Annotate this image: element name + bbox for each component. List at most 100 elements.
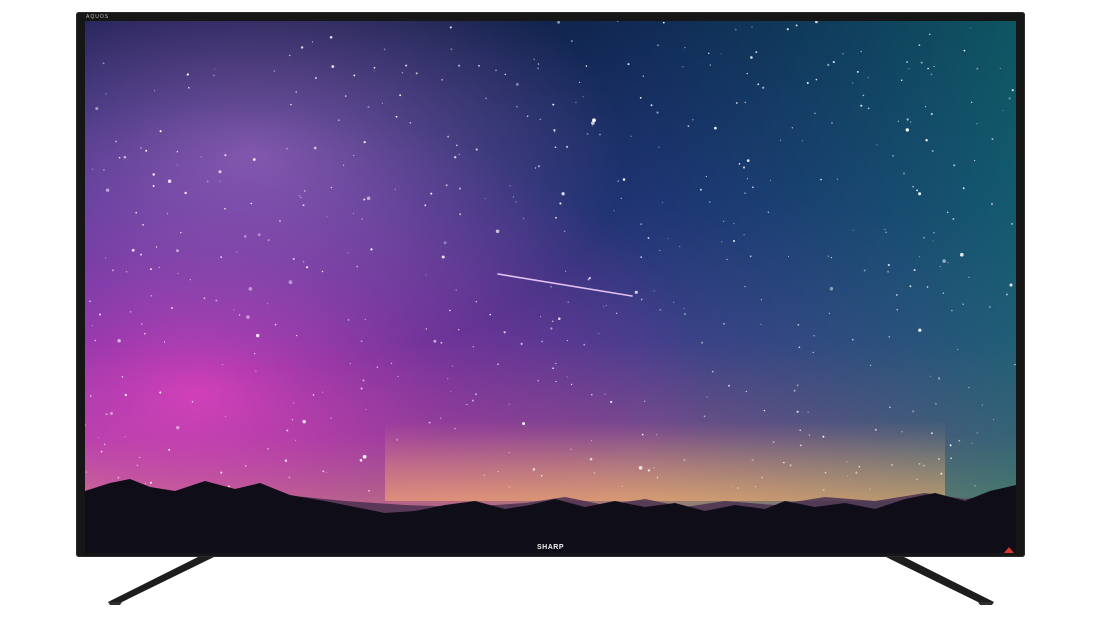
star bbox=[751, 26, 753, 28]
star bbox=[458, 64, 461, 67]
star bbox=[363, 140, 366, 144]
star bbox=[851, 82, 854, 84]
star bbox=[383, 48, 386, 51]
star bbox=[942, 259, 946, 263]
star bbox=[918, 44, 921, 46]
star bbox=[734, 28, 737, 31]
star bbox=[603, 306, 605, 308]
star bbox=[149, 268, 152, 271]
stand-left bbox=[108, 556, 216, 605]
star bbox=[504, 73, 507, 76]
star bbox=[475, 300, 478, 303]
star bbox=[288, 280, 293, 285]
star bbox=[267, 239, 270, 242]
star bbox=[117, 476, 120, 479]
star bbox=[910, 121, 912, 123]
star bbox=[144, 483, 146, 485]
star bbox=[100, 450, 103, 453]
star bbox=[373, 66, 376, 69]
star bbox=[567, 301, 570, 304]
star bbox=[522, 217, 525, 220]
star bbox=[938, 377, 941, 380]
star bbox=[428, 421, 431, 424]
tv-screen bbox=[85, 21, 1016, 553]
star bbox=[974, 485, 976, 487]
star bbox=[224, 154, 227, 157]
star bbox=[166, 212, 169, 215]
star bbox=[290, 103, 292, 106]
star bbox=[846, 461, 848, 463]
star bbox=[441, 79, 443, 81]
star bbox=[564, 270, 567, 272]
star bbox=[532, 468, 536, 471]
star bbox=[441, 255, 445, 259]
star bbox=[755, 51, 758, 54]
brand-logo-bottom: SHARP bbox=[536, 544, 564, 551]
star bbox=[159, 130, 162, 133]
star bbox=[918, 328, 922, 332]
star bbox=[257, 233, 261, 237]
star bbox=[89, 395, 92, 397]
star bbox=[641, 433, 644, 436]
star bbox=[200, 156, 202, 158]
star bbox=[640, 223, 643, 225]
star bbox=[822, 435, 825, 438]
star bbox=[186, 73, 189, 76]
star bbox=[1011, 89, 1014, 92]
star bbox=[721, 241, 723, 243]
star bbox=[445, 184, 448, 187]
star bbox=[433, 339, 437, 343]
star bbox=[927, 67, 929, 70]
star bbox=[846, 475, 848, 477]
star bbox=[851, 338, 854, 341]
star bbox=[440, 341, 443, 344]
star bbox=[236, 251, 238, 253]
star bbox=[733, 222, 735, 225]
star bbox=[244, 465, 247, 467]
star bbox=[1008, 97, 1011, 100]
star bbox=[362, 454, 367, 459]
star bbox=[102, 62, 105, 65]
star bbox=[458, 329, 460, 331]
star bbox=[593, 472, 595, 474]
star bbox=[647, 237, 650, 239]
star bbox=[566, 340, 568, 342]
star bbox=[300, 46, 304, 49]
star bbox=[760, 299, 762, 301]
star bbox=[647, 469, 651, 472]
star bbox=[958, 439, 961, 442]
star bbox=[395, 115, 398, 118]
star bbox=[512, 196, 515, 198]
star bbox=[455, 144, 458, 147]
star bbox=[329, 36, 333, 39]
star bbox=[170, 307, 173, 309]
star bbox=[867, 76, 869, 79]
star bbox=[656, 434, 658, 436]
star bbox=[459, 213, 462, 216]
star bbox=[152, 173, 155, 176]
star bbox=[824, 471, 827, 474]
star bbox=[337, 119, 340, 122]
star bbox=[399, 94, 402, 97]
star bbox=[495, 229, 500, 234]
star bbox=[552, 367, 554, 370]
star bbox=[974, 160, 976, 162]
star bbox=[149, 481, 152, 484]
star bbox=[827, 63, 830, 66]
star bbox=[541, 340, 543, 343]
star bbox=[143, 332, 146, 335]
star bbox=[520, 342, 523, 345]
star bbox=[906, 61, 909, 63]
star bbox=[887, 263, 890, 267]
star bbox=[604, 393, 606, 395]
star bbox=[791, 127, 794, 129]
star bbox=[342, 164, 345, 166]
star bbox=[455, 289, 457, 291]
star bbox=[855, 471, 858, 474]
star bbox=[1011, 222, 1014, 225]
star bbox=[449, 309, 451, 312]
star bbox=[642, 75, 644, 77]
star bbox=[622, 178, 626, 181]
star bbox=[620, 197, 622, 199]
star bbox=[252, 158, 256, 161]
